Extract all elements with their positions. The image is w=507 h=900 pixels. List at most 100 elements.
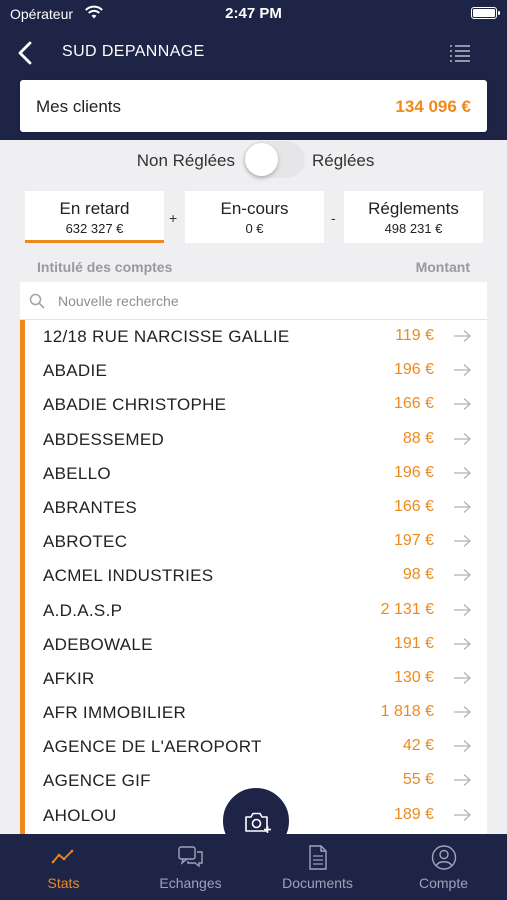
account-name: 12/18 RUE NARCISSE GALLIE	[43, 327, 290, 346]
tab-documents[interactable]: Documents	[254, 834, 381, 900]
late-value: 632 327 €	[65, 221, 124, 236]
account-amount: 196 €	[393, 463, 434, 481]
tab-label: Documents	[282, 875, 353, 891]
account-name: AGENCE GIF	[43, 771, 151, 791]
arrow-right-icon[interactable]	[453, 432, 472, 446]
account-row[interactable]: ABRANTES 166 €	[25, 491, 487, 525]
account-name: AGENCE DE L'AEROPORT	[43, 737, 262, 757]
account-amount: 166 €	[393, 395, 434, 413]
amount-column-header: Montant	[415, 259, 470, 275]
back-icon[interactable]	[14, 40, 36, 66]
payments-value: 498 231 €	[384, 221, 443, 236]
search-input[interactable]	[58, 287, 458, 315]
current-summary-tab[interactable]: En-cours 0 €	[185, 191, 324, 243]
account-name: ABDESSEMED	[43, 429, 165, 449]
clock: 2:47 PM	[225, 5, 282, 22]
account-name: ABADIE CHRISTOPHE	[43, 395, 227, 415]
search-bar	[20, 282, 487, 320]
arrow-right-icon[interactable]	[453, 500, 472, 514]
account-amount: 130 €	[393, 668, 434, 686]
late-summary-tab[interactable]: En retard 632 327 €	[25, 191, 164, 243]
search-icon	[29, 293, 45, 309]
account-amount: 88 €	[402, 429, 434, 447]
account-row[interactable]: ACMEL INDUSTRIES 98 €	[25, 559, 487, 593]
account-row[interactable]: 12/18 RUE NARCISSE GALLIE 119 €	[25, 320, 487, 354]
account-name: A.D.A.S.P	[43, 600, 123, 620]
tab-label: Echanges	[159, 875, 222, 891]
account-amount: 189 €	[393, 805, 434, 823]
status-bar: Opérateur 2:47 PM	[0, 0, 507, 30]
list-menu-icon[interactable]	[449, 44, 471, 62]
clients-summary-card: Mes clients 134 096 €	[20, 80, 487, 132]
page-title: SUD DEPANNAGE	[62, 43, 205, 60]
account-row[interactable]: A.D.A.S.P 2 131 €	[25, 594, 487, 628]
arrow-right-icon[interactable]	[453, 397, 472, 411]
account-name: ABROTEC	[43, 532, 128, 552]
current-value: 0 €	[245, 221, 264, 236]
account-name: ADEBOWALE	[43, 634, 153, 654]
clients-total-amount: 134 096 €	[395, 97, 471, 116]
account-name: AFR IMMOBILIER	[43, 703, 187, 723]
tab-label: Compte	[418, 875, 469, 891]
account-amount: 1 818 €	[380, 703, 434, 721]
arrow-right-icon[interactable]	[453, 705, 472, 719]
account-row[interactable]: ABADIE CHRISTOPHE 166 €	[25, 388, 487, 422]
arrow-right-icon[interactable]	[453, 739, 472, 753]
account-name: ABELLO	[43, 463, 111, 483]
tab-stats[interactable]: Stats	[0, 834, 127, 900]
plus-operator: +	[169, 210, 178, 226]
arrow-right-icon[interactable]	[453, 671, 472, 685]
account-row[interactable]: ABADIE 196 €	[25, 354, 487, 388]
stats-chart-icon	[51, 849, 73, 864]
current-title: En-cours	[220, 199, 289, 218]
camera-add-icon	[245, 812, 271, 833]
account-row[interactable]: AFR IMMOBILIER 1 818 €	[25, 696, 487, 730]
account-row[interactable]: ABDESSEMED 88 €	[25, 423, 487, 457]
account-row[interactable]: AGENCE DE L'AEROPORT 42 €	[25, 730, 487, 764]
document-icon	[308, 845, 327, 870]
arrow-right-icon[interactable]	[453, 363, 472, 377]
account-amount: 42 €	[402, 737, 434, 755]
settled-filter: Non Réglées Réglées	[0, 140, 507, 180]
account-amount: 98 €	[402, 566, 434, 584]
unsettled-label: Non Réglées	[136, 151, 235, 170]
toggle-knob	[245, 143, 278, 176]
account-amount: 191 €	[393, 634, 434, 652]
battery-icon	[471, 7, 500, 19]
tab-label: Stats	[47, 875, 80, 891]
bottom-tab-bar: Stats Echanges Documents Compte	[0, 834, 507, 900]
settled-toggle-switch[interactable]	[243, 141, 305, 178]
arrow-right-icon[interactable]	[453, 534, 472, 548]
accounts-column-header: Intitulé des comptes	[37, 259, 173, 275]
arrow-right-icon[interactable]	[453, 773, 472, 787]
account-amount: 196 €	[393, 361, 434, 379]
account-amount: 197 €	[393, 532, 434, 550]
account-row[interactable]: AFKIR 130 €	[25, 662, 487, 696]
account-row[interactable]: ABROTEC 197 €	[25, 525, 487, 559]
account-amount: 119 €	[395, 327, 434, 344]
account-name: AFKIR	[43, 668, 95, 688]
minus-operator: -	[331, 210, 336, 226]
chat-bubbles-icon	[177, 846, 203, 868]
account-name: ABRANTES	[43, 497, 138, 517]
account-name: ACMEL INDUSTRIES	[43, 566, 214, 586]
account-row[interactable]: ADEBOWALE 191 €	[25, 628, 487, 662]
payments-title: Réglements	[368, 199, 459, 218]
account-row[interactable]: ABELLO 196 €	[25, 457, 487, 491]
arrow-right-icon[interactable]	[453, 808, 472, 822]
arrow-right-icon[interactable]	[453, 637, 472, 651]
arrow-right-icon[interactable]	[453, 466, 472, 480]
account-amount: 55 €	[402, 771, 434, 789]
arrow-right-icon[interactable]	[453, 568, 472, 582]
arrow-right-icon[interactable]	[453, 603, 472, 617]
tab-compte[interactable]: Compte	[380, 834, 507, 900]
payments-summary-tab[interactable]: Réglements 498 231 €	[344, 191, 483, 243]
arrow-right-icon[interactable]	[453, 329, 472, 343]
account-name: AHOLOU	[43, 805, 117, 825]
settled-label: Réglées	[312, 151, 375, 170]
account-amount: 166 €	[393, 497, 434, 515]
account-name: ABADIE	[43, 361, 108, 381]
account-amount: 2 131 €	[380, 600, 434, 618]
tab-echanges[interactable]: Echanges	[127, 834, 254, 900]
user-circle-icon	[431, 845, 456, 870]
